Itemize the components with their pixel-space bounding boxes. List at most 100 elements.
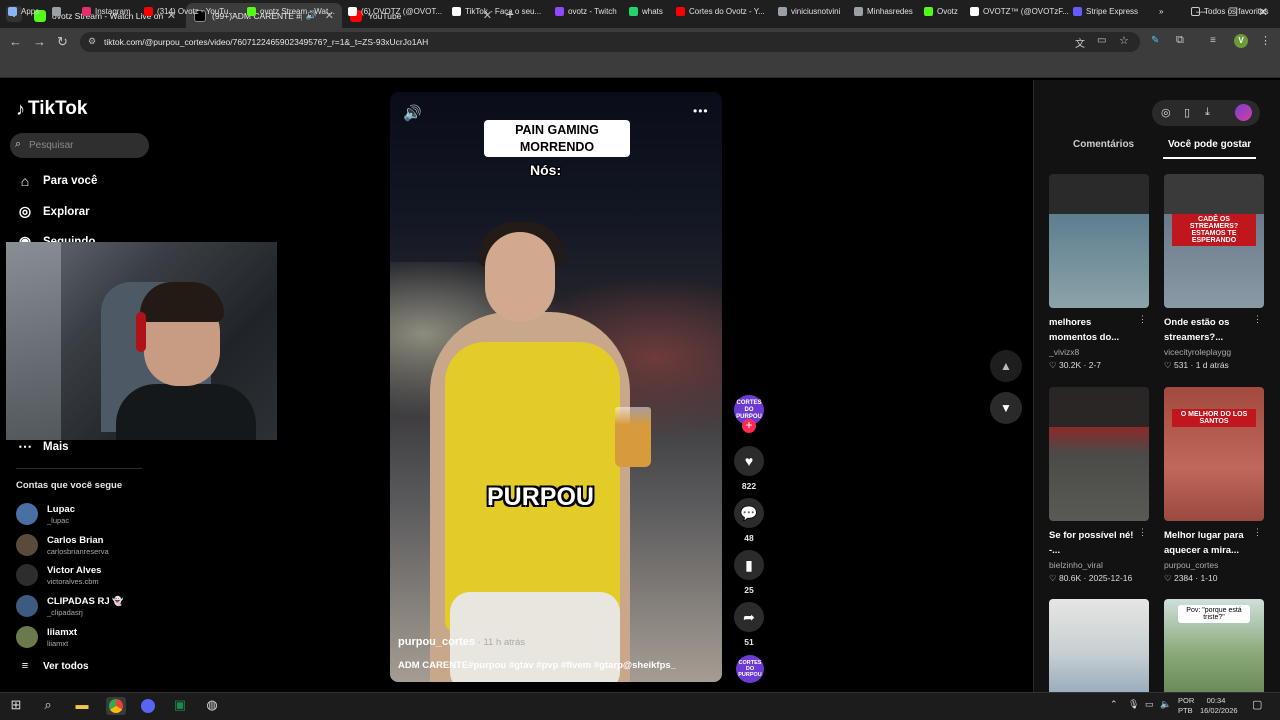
windows-start-icon[interactable]: ⊞ xyxy=(6,697,26,715)
microphone-icon[interactable]: 🎙 xyxy=(1128,699,1139,710)
account-item[interactable]: CLIPADAS RJ 👻 _clipadasrj xyxy=(16,595,124,617)
language-indicator[interactable]: POR PTB xyxy=(1178,696,1194,716)
search-input[interactable]: ⌕ Pesquisar xyxy=(10,133,149,158)
account-name: CLIPADAS RJ xyxy=(47,595,110,607)
comment-button[interactable]: 💬 48 xyxy=(734,498,764,543)
recommended-video-card[interactable]: O MELHOR DO LOS SANTOS Melhor lugar para… xyxy=(1164,387,1264,584)
recommended-video-card[interactable]: melhores momentos do... _vivizx8 ♡ 30.2K… xyxy=(1049,174,1149,371)
nav-more[interactable]: ⋯ Mais xyxy=(16,438,69,455)
account-item[interactable]: Carlos Brian carlosbrianreserva xyxy=(16,534,109,556)
chrome-taskbar-icon[interactable] xyxy=(106,697,126,715)
bookmark-item[interactable]: TikTok - Faça o seu... xyxy=(452,4,541,18)
bookmark-label: TikTok - Faça o seu... xyxy=(465,6,542,16)
bookmark-item[interactable]: Minhasredes xyxy=(854,4,913,18)
bookmark-item[interactable]: (6) OVOTZ (@OVOT... xyxy=(348,4,442,18)
tiktok-logo[interactable]: ♪ TikTok xyxy=(16,98,87,120)
bookmark-item[interactable]: Cortes do Ovotz - Y... xyxy=(676,4,765,18)
back-icon[interactable]: ← xyxy=(9,34,22,49)
explore-icon[interactable]: ◎ xyxy=(1161,106,1171,119)
folder-icon xyxy=(1191,6,1200,16)
forward-icon[interactable]: → xyxy=(33,34,46,49)
chrome-menu-icon[interactable]: ⋮ xyxy=(1260,34,1271,47)
file-explorer-icon[interactable]: ▬ xyxy=(72,697,92,715)
save-button[interactable]: ▮ 25 xyxy=(734,550,764,595)
streamer-body xyxy=(116,384,256,440)
recommended-video-card[interactable]: Se for possível né! -... bielzinho_viral… xyxy=(1049,387,1149,584)
share-button[interactable]: ➦ 51 xyxy=(734,602,764,647)
download-icon[interactable]: ⤓ xyxy=(1205,106,1210,119)
chevron-down-icon: ▼ xyxy=(1000,401,1012,415)
tray-overflow-icon[interactable]: ⌃ xyxy=(1110,699,1118,710)
card-more-icon[interactable]: ⋮ xyxy=(1253,314,1262,325)
previous-video-button[interactable]: ▲ xyxy=(990,350,1022,382)
user-avatar[interactable] xyxy=(1235,104,1252,121)
discord-taskbar-icon[interactable] xyxy=(138,697,158,715)
excel-taskbar-icon[interactable]: ▣ xyxy=(170,697,190,715)
all-bookmarks[interactable]: Todos os favoritos xyxy=(1191,4,1268,18)
bookmark-item[interactable]: Ovotz xyxy=(924,4,958,18)
like-button[interactable]: ♥ 822 xyxy=(734,446,764,491)
bookmark-item[interactable]: viniciusnotvini xyxy=(778,4,840,18)
sound-disc[interactable]: CORTES DO PURPOU xyxy=(736,655,764,683)
recommended-video-card[interactable] xyxy=(1049,599,1149,692)
notifications-icon[interactable]: ▢ xyxy=(1252,698,1262,711)
account-item[interactable]: liiamxt liiamxt xyxy=(16,626,77,648)
card-more-icon[interactable]: ⋮ xyxy=(1138,314,1147,325)
ghost-emoji-icon: 👻 xyxy=(112,595,124,606)
bookmark-item[interactable]: Apps xyxy=(8,4,39,18)
video-author[interactable]: purpou_cortes · 11 h atrás xyxy=(398,636,525,648)
bookmarks-overflow[interactable]: » xyxy=(1159,4,1163,18)
video-player[interactable] xyxy=(390,92,722,682)
see-all-following[interactable]: ≡ Ver todos xyxy=(16,660,89,672)
next-video-button[interactable]: ▼ xyxy=(990,392,1022,424)
nav-for-you[interactable]: ⌂ Para você xyxy=(16,173,98,189)
bookmark-item[interactable]: ovotz Stream - Wat... xyxy=(247,4,335,18)
account-handle: _lupac xyxy=(47,515,70,525)
bookmark-item[interactable]: (314) Ovotz - YouTu... xyxy=(144,4,235,18)
follow-plus-icon[interactable]: + xyxy=(742,419,756,433)
phone-icon[interactable]: ▯ xyxy=(1184,106,1190,119)
network-icon[interactable]: ▭ xyxy=(1145,699,1154,710)
caption-line: MORRENDO xyxy=(519,140,595,154)
extensions-puzzle-icon[interactable]: ⧉ xyxy=(1176,34,1184,47)
extension-icon[interactable]: ✎ xyxy=(1151,35,1159,46)
recommended-video-card[interactable]: Pov: "porque está triste?" xyxy=(1164,599,1264,692)
translate-icon[interactable]: 文 xyxy=(1075,35,1085,50)
card-more-icon[interactable]: ⋮ xyxy=(1253,527,1262,538)
volume-tray-icon[interactable]: 🔈 xyxy=(1160,699,1171,710)
tab-comments[interactable]: Comentários xyxy=(1073,139,1134,150)
account-item[interactable]: Lupac _lupac xyxy=(16,503,75,525)
bookmark-label: Stripe Express xyxy=(1086,6,1139,16)
reload-icon[interactable]: ↻ xyxy=(57,34,68,50)
bookmark-label: ovotz Stream - Wat... xyxy=(260,6,335,16)
bookmark-label: Ovotz xyxy=(937,6,958,16)
recommended-video-card[interactable]: CADÊ OS STREAMERS? ESTAMOS TE ESPERANDO … xyxy=(1164,174,1264,371)
search-icon[interactable]: ⌕ xyxy=(38,697,58,715)
bookmark-item[interactable]: ovotz - Twitch xyxy=(555,4,617,18)
bookmark-item[interactable] xyxy=(52,4,65,18)
card-more-icon[interactable]: ⋮ xyxy=(1138,527,1147,538)
video-thumbnail xyxy=(1049,174,1149,308)
volume-icon[interactable]: 🔊 xyxy=(403,104,422,122)
bookmark-item[interactable]: Stripe Express xyxy=(1073,4,1138,18)
apps-grid-icon xyxy=(8,6,17,16)
media-icon[interactable]: ≡ xyxy=(1210,35,1216,46)
nav-explore[interactable]: ◎ Explorar xyxy=(16,203,90,220)
bookmark-item[interactable]: OVOTZ™ (@OVOTzF... xyxy=(970,4,1069,18)
obs-taskbar-icon[interactable]: ◍ xyxy=(202,697,222,715)
site-info-icon[interactable]: ⚙ xyxy=(88,36,96,47)
profile-avatar[interactable]: V xyxy=(1234,34,1248,48)
bookmark-star-icon[interactable]: ☆ xyxy=(1119,34,1129,47)
account-item[interactable]: Victor Alves victoralves.cbm xyxy=(16,564,101,586)
cast-icon[interactable]: ▭ xyxy=(1097,35,1106,46)
taskbar-clock[interactable]: 00:34 16/02/2026 xyxy=(1200,696,1238,716)
tab-you-may-like[interactable]: Você pode gostar xyxy=(1168,139,1251,150)
video-thumbnail: CADÊ OS STREAMERS? ESTAMOS TE ESPERANDO xyxy=(1164,174,1264,308)
address-bar[interactable]: ⚙ tiktok.com/@purpou_cortes/video/760712… xyxy=(80,32,1140,52)
bookmark-item[interactable]: Instagram xyxy=(82,4,131,18)
bookmark-label: Cortes do Ovotz - Y... xyxy=(689,6,765,16)
streamer-hair xyxy=(140,282,224,322)
account-name: Victor Alves xyxy=(47,564,102,576)
video-more-options-icon[interactable]: ••• xyxy=(693,104,709,118)
bookmark-item[interactable]: whats xyxy=(629,4,663,18)
